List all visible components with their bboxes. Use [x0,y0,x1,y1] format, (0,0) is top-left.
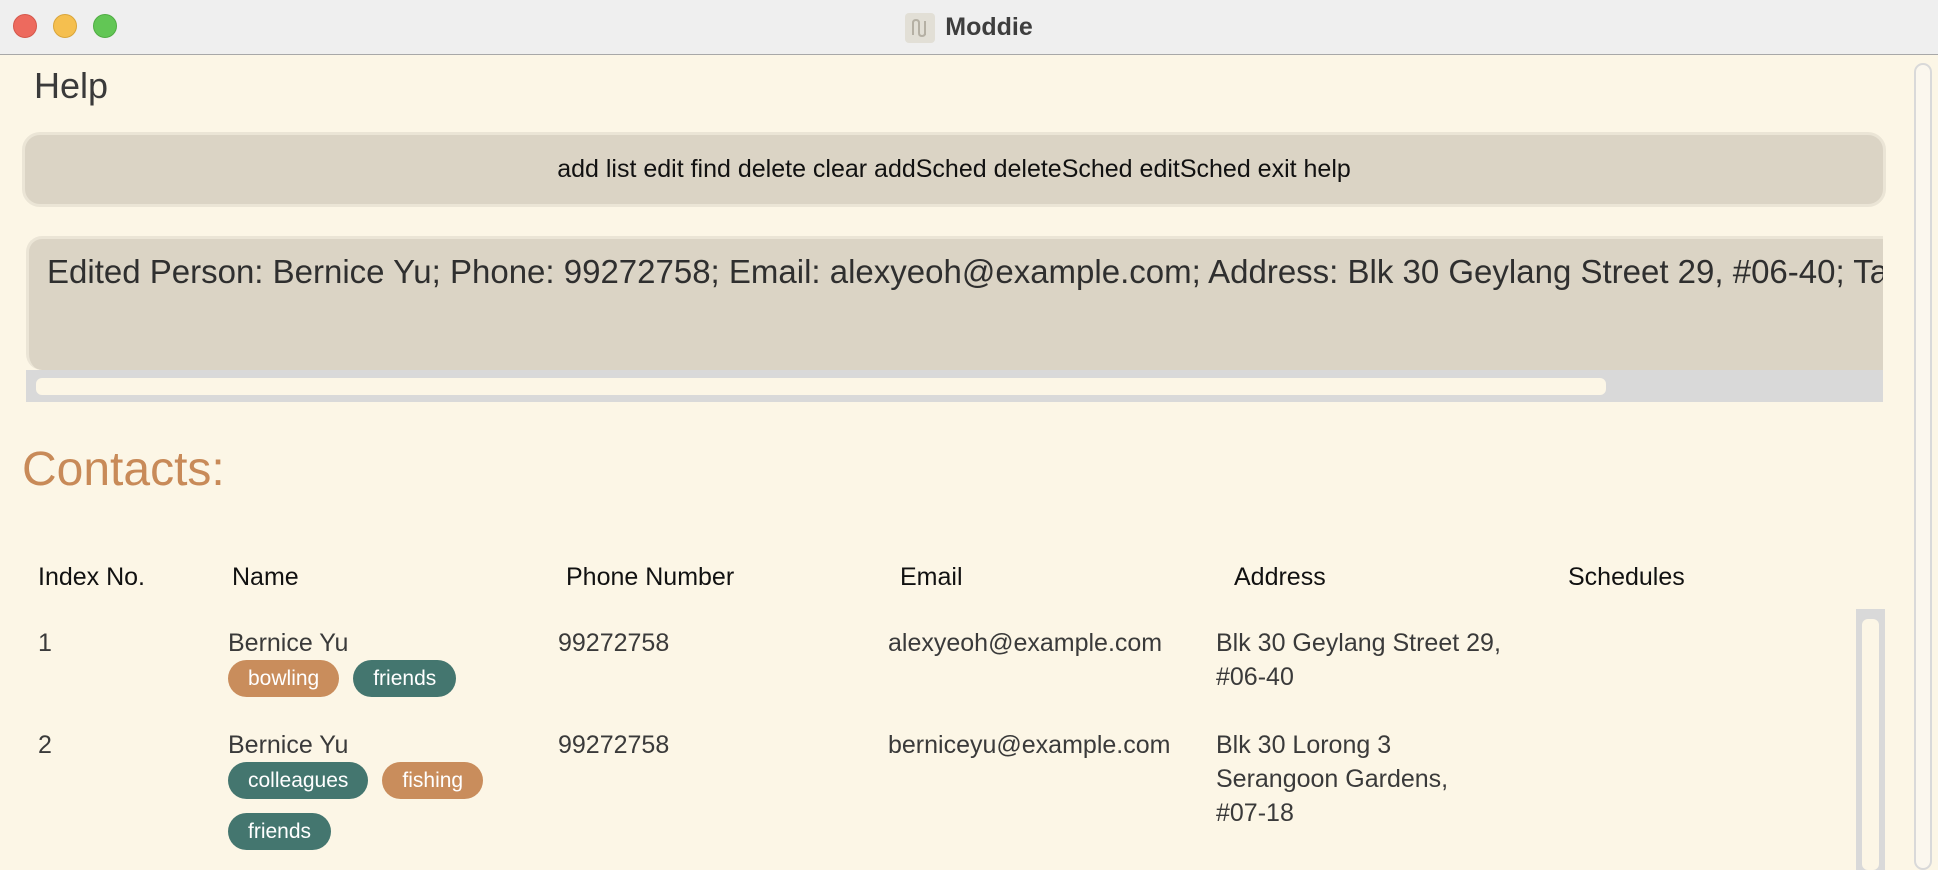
row-address-line: #07-18 [1216,799,1294,827]
column-header-address: Address [1234,563,1326,591]
command-box[interactable]: add list edit find delete clear addSched… [22,132,1886,207]
result-display-text: Edited Person: Bernice Yu; Phone: 992727… [47,253,1883,290]
window-title-group: Moddie [0,0,1938,55]
tag-badge: fishing [382,762,484,799]
app-logo-icon [905,12,936,43]
row-index: 2 [38,731,52,759]
row-address-line: Serangoon Gardens, [1216,765,1449,793]
help-menu[interactable]: Help [34,65,108,107]
tag-badge: bowling [228,660,340,697]
column-header-schedules: Schedules [1568,563,1685,591]
row-address-line: #06-40 [1216,663,1294,691]
result-horizontal-scroll-thumb[interactable] [36,378,1606,395]
command-box-text: add list edit find delete clear addSched… [557,155,1351,183]
window-title: Moddie [945,13,1033,41]
row-tags: colleagues fishing friends [228,762,508,850]
row-phone: 99272758 [558,731,670,759]
row-name: Bernice Yu [228,629,349,657]
tag-badge: friends [353,660,457,697]
row-name: Bernice Yu [228,731,349,759]
row-tags: bowling friends [228,660,528,697]
column-header-email: Email [900,563,963,591]
contacts-title: Contacts: [22,443,225,496]
column-header-phone: Phone Number [566,563,735,591]
result-display: Edited Person: Bernice Yu; Phone: 992727… [26,236,1883,370]
column-header-index: Index No. [38,563,146,591]
tag-badge: friends [228,813,332,850]
row-email: alexyeoh@example.com [888,629,1163,657]
row-phone: 99272758 [558,629,670,657]
row-address-line: Blk 30 Geylang Street 29, [1216,629,1501,657]
result-horizontal-scrollbar[interactable] [26,370,1883,402]
row-email: berniceyu@example.com [888,731,1171,759]
tag-badge: colleagues [228,762,369,799]
column-header-name: Name [232,563,299,591]
window-titlebar: Moddie [0,0,1938,55]
row-index: 1 [38,629,52,657]
row-address-line: Blk 30 Lorong 3 [1216,731,1392,759]
window-vertical-scroll-thumb[interactable] [1914,63,1932,870]
contacts-vertical-scroll-thumb[interactable] [1862,619,1879,870]
